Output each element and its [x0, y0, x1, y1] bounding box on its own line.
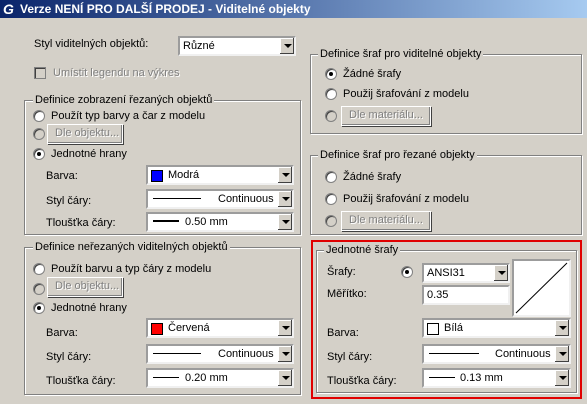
line-sample-left [153, 353, 201, 354]
visible-by-material-button[interactable]: Dle materiálu... [341, 106, 431, 126]
cut-model-hatch-label: Použij šrafování z modelu [343, 193, 469, 205]
uncut-thickness-value: 0.20 mm [185, 372, 228, 384]
cut-model-hatch-radio[interactable] [325, 193, 337, 205]
app-logo-icon: G [3, 1, 14, 17]
visible-no-hatch-label: Žádné šrafy [343, 68, 402, 80]
uncut-thickness-select[interactable]: 0.20 mm [146, 368, 294, 388]
line-sample-left [429, 353, 479, 354]
uncut-color-value: Červená [168, 322, 210, 334]
cut-no-hatch-label: Žádné šrafy [343, 171, 402, 183]
cut-by-material-radio[interactable] [325, 215, 337, 227]
scale-input[interactable]: 0.35 [422, 285, 510, 305]
line-sample [153, 377, 179, 378]
chevron-down-icon[interactable] [554, 320, 569, 336]
legend-checkbox[interactable] [34, 67, 46, 79]
hatch-thickness-label: Tloušťka čáry: [327, 375, 397, 387]
cut-single-edges-radio[interactable] [33, 148, 45, 160]
visible-no-hatch-radio[interactable] [325, 68, 337, 80]
hatch-linestyle-select[interactable]: Continuous [422, 344, 571, 364]
legend-label: Umístit legendu na výkres [53, 67, 180, 79]
cut-use-type-radio[interactable] [33, 110, 45, 122]
uncut-single-edges-label: Jednotné hrany [51, 302, 127, 314]
cut-by-object-button[interactable]: Dle objektu... [47, 124, 123, 144]
cut-thickness-label: Tloušťka čáry: [46, 217, 116, 229]
uncut-thickness-label: Tloušťka čáry: [46, 375, 116, 387]
chevron-down-icon[interactable] [277, 214, 292, 230]
hatch-pattern-value: ANSI31 [427, 267, 465, 279]
chevron-down-icon[interactable] [279, 38, 294, 54]
cut-color-value: Modrá [168, 169, 200, 181]
cut-hatch-title: Definice šraf pro řezané objekty [318, 149, 477, 161]
chevron-down-icon[interactable] [277, 167, 292, 183]
hatch-thickness-select[interactable]: 0.13 mm [422, 368, 571, 388]
cut-use-type-label: Použít typ barvy a čar z modelu [51, 110, 206, 122]
color-swatch [151, 170, 163, 182]
visible-hatch-title: Definice šraf pro viditelné objekty [318, 48, 484, 60]
cut-color-select[interactable]: Modrá [146, 165, 294, 185]
visible-style-label: Styl viditelných objektů: [34, 38, 149, 50]
uniform-hatch-title: Jednotné šrafy [324, 244, 401, 256]
scale-label: Měřítko: [327, 288, 367, 300]
chevron-down-icon[interactable] [493, 265, 508, 281]
cut-linestyle-value: Continuous [218, 193, 274, 205]
line-sample-left [153, 198, 201, 199]
hatch-label: Šrafy: [327, 266, 356, 278]
color-swatch [427, 323, 439, 335]
chevron-down-icon[interactable] [277, 320, 292, 336]
color-swatch [151, 323, 163, 335]
cut-linestyle-label: Styl čáry: [46, 195, 92, 207]
uncut-color-select[interactable]: Červená [146, 318, 294, 338]
chevron-down-icon[interactable] [277, 370, 292, 386]
uncut-display-title: Definice neřezaných viditelných objektů [33, 241, 230, 253]
chevron-down-icon[interactable] [277, 191, 292, 207]
visible-style-select[interactable]: Různé [178, 36, 296, 56]
hatch-linestyle-value: Continuous [495, 348, 551, 360]
cut-single-edges-label: Jednotné hrany [51, 148, 127, 160]
uncut-by-object-radio[interactable] [33, 283, 45, 295]
uncut-single-edges-radio[interactable] [33, 302, 45, 314]
chevron-down-icon[interactable] [554, 370, 569, 386]
uncut-linestyle-select[interactable]: Continuous [146, 344, 294, 364]
chevron-down-icon[interactable] [277, 346, 292, 362]
hatch-color-value: Bílá [444, 322, 463, 334]
chevron-down-icon[interactable] [554, 346, 569, 362]
hatch-color-label: Barva: [327, 327, 359, 339]
cut-by-object-radio[interactable] [33, 128, 45, 140]
visible-style-value: Různé [183, 40, 215, 52]
uncut-linestyle-label: Styl čáry: [46, 351, 92, 363]
hatch-preview [512, 259, 571, 317]
cut-thickness-value: 0.50 mm [185, 216, 228, 228]
uncut-use-color-radio[interactable] [33, 263, 45, 275]
cut-linestyle-select[interactable]: Continuous [146, 189, 294, 209]
hatch-linestyle-label: Styl čáry: [327, 351, 373, 363]
hatch-thickness-value: 0.13 mm [460, 372, 503, 384]
title-bar: G Verze NENÍ PRO DALŠÍ PRODEJ - Viditeln… [0, 0, 587, 18]
visible-model-hatch-radio[interactable] [325, 88, 337, 100]
uncut-color-label: Barva: [46, 327, 78, 339]
cut-display-title: Definice zobrazení řezaných objektů [33, 94, 215, 106]
uncut-linestyle-value: Continuous [218, 348, 274, 360]
cut-thickness-select[interactable]: 0.50 mm [146, 212, 294, 232]
window-title: Verze NENÍ PRO DALŠÍ PRODEJ - Viditelné … [20, 2, 311, 16]
hatch-pattern-select[interactable]: ANSI31 [422, 263, 510, 283]
visible-by-material-radio[interactable] [325, 110, 337, 122]
uncut-by-object-button[interactable]: Dle objektu... [47, 277, 123, 297]
hatch-preview-diagonal [515, 262, 568, 314]
cut-color-label: Barva: [46, 170, 78, 182]
uncut-use-color-label: Použít barvu a typ čáry z modelu [51, 263, 212, 275]
line-sample [429, 377, 455, 378]
cut-no-hatch-radio[interactable] [325, 171, 337, 183]
visible-model-hatch-label: Použij šrafování z modelu [343, 88, 469, 100]
cut-by-material-button[interactable]: Dle materiálu... [341, 211, 431, 231]
hatch-pattern-radio[interactable] [401, 266, 413, 278]
line-sample [153, 220, 179, 222]
hatch-color-select[interactable]: Bílá [422, 318, 571, 338]
